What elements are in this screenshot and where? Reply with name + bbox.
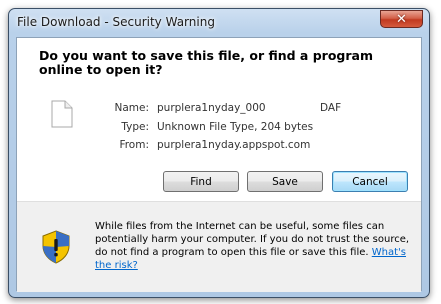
type-label: Type:	[121, 121, 149, 133]
warning-text: While files from the Internet can be use…	[95, 221, 410, 258]
file-extension: DAF	[320, 102, 342, 114]
dialog-question: Do you want to save this file, or find a…	[39, 48, 373, 77]
from-label: From:	[119, 139, 149, 151]
save-button[interactable]: Save	[247, 171, 323, 192]
close-icon: ✕	[396, 11, 407, 27]
file-info-panel: Do you want to save this file, or find a…	[17, 38, 421, 201]
security-warning-panel: While files from the Internet can be use…	[17, 202, 421, 292]
cancel-button[interactable]: Cancel	[332, 171, 408, 192]
from-value: purplera1nyday.appspot.com	[157, 139, 311, 151]
name-value: purplera1nyday_000	[157, 102, 266, 114]
close-button[interactable]: ✕	[380, 10, 423, 28]
security-warning-dialog: File Download - Security Warning ✕ Do yo…	[8, 8, 430, 298]
security-shield-icon	[42, 230, 70, 264]
window-title: File Download - Security Warning	[17, 15, 215, 29]
warning-message: While files from the Internet can be use…	[95, 220, 413, 272]
find-button[interactable]: Find	[163, 171, 239, 192]
title-bar[interactable]: File Download - Security Warning ✕	[9, 9, 429, 37]
dialog-content: Do you want to save this file, or find a…	[16, 37, 422, 292]
type-value: Unknown File Type, 204 bytes	[157, 121, 314, 133]
name-label: Name:	[114, 102, 149, 114]
